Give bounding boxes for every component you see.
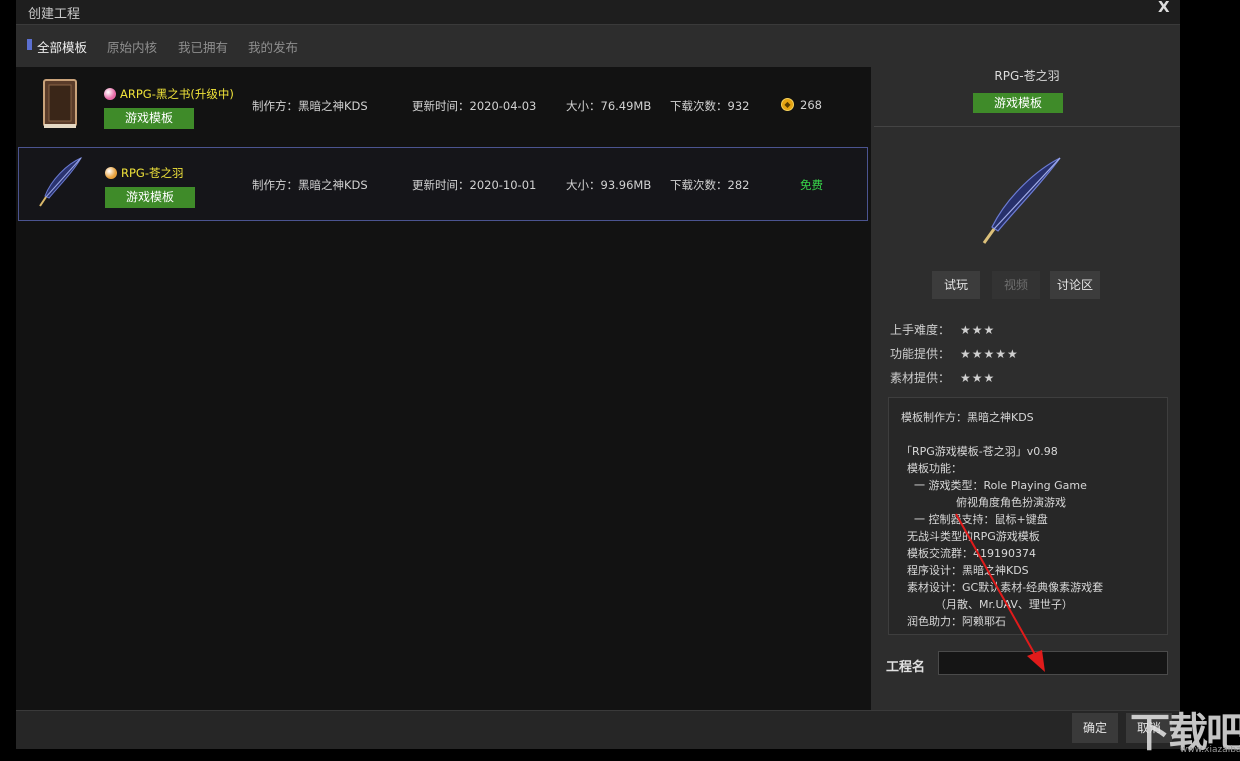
tab-all-templates[interactable]: 全部模板 [37, 37, 87, 56]
description-line: 程序设计：黑暗之神KDS [907, 564, 1029, 577]
template-detail-panel: RPG-苍之羽 游戏模板 试玩 视频 讨论区 上手难度： ★★★ 功能提供： ★★★… [874, 67, 1180, 710]
template-downloads: 下载次数：932 [670, 99, 750, 113]
template-name: RPG-苍之羽 [121, 166, 184, 180]
template-price-free: 免费 [800, 178, 823, 192]
rating-assets: 素材提供： ★★★ [890, 369, 995, 386]
rating-features: 功能提供： ★★★★★ [890, 345, 1019, 362]
template-author: 制作方：黑暗之神KDS [252, 178, 368, 192]
description-line: 模板交流群：419190374 [907, 547, 1036, 560]
watermark-url: www.xiazaiba.com [1180, 745, 1240, 755]
template-price: 268 [800, 98, 822, 112]
book-icon [43, 79, 77, 128]
coin-icon: ◆ [781, 98, 794, 111]
trial-button[interactable]: 试玩 [932, 271, 980, 299]
description-line: 模板功能： [907, 462, 962, 475]
rating-label: 素材提供： [890, 371, 951, 385]
dialog-footer: 确定 取消 [16, 710, 1180, 749]
video-button[interactable]: 视频 [992, 271, 1040, 299]
template-size: 大小：93.96MB [566, 178, 652, 192]
forum-button[interactable]: 讨论区 [1050, 271, 1100, 299]
tab-owned[interactable]: 我已拥有 [178, 37, 228, 56]
description-line: 一 游戏类型：Role Playing Game [907, 479, 1087, 492]
rating-label: 上手难度： [890, 323, 951, 337]
star-rating: ★★★★★ [960, 347, 1019, 361]
detail-type-tag: 游戏模板 [973, 93, 1063, 113]
template-name: ARPG-黑之书(升级中) [120, 87, 234, 101]
template-updated: 更新时间：2020-10-01 [412, 178, 537, 192]
template-tabs: 全部模板 原始内核 我已拥有 我的发布 [16, 25, 1180, 67]
rating-label: 功能提供： [890, 347, 951, 361]
template-description: 模板制作方：黑暗之神KDS 「RPG游戏模板-苍之羽」v0.98 模板功能： 一… [888, 397, 1168, 635]
feather-preview-image [982, 157, 1061, 244]
description-line: 一 控制器支持：鼠标+键盘 [907, 513, 1048, 526]
template-author: 制作方：黑暗之神KDS [252, 99, 368, 113]
description-line: 模板制作方：黑暗之神KDS [901, 411, 1034, 424]
description-line: 无战斗类型的RPG游戏模板 [907, 530, 1040, 543]
description-line: 润色助力：阿赖耶石 [907, 615, 1006, 628]
description-line: 「RPG游戏模板-苍之羽」v0.98 [901, 445, 1058, 458]
title-bar: 创建工程 X [16, 0, 1180, 25]
project-name-input[interactable] [938, 651, 1168, 675]
template-updated: 更新时间：2020-04-03 [412, 99, 537, 113]
template-downloads: 下载次数：282 [670, 178, 750, 192]
dialog-title: 创建工程 [28, 7, 81, 22]
template-row[interactable]: ARPG-黑之书(升级中) 游戏模板 制作方：黑暗之神KDS 更新时间：2020… [18, 68, 866, 140]
star-rating: ★★★ [960, 323, 996, 337]
close-icon[interactable]: X [1158, 0, 1170, 16]
feather-icon [39, 156, 83, 207]
description-line: 俯视角度角色扮演游戏 [907, 496, 1066, 509]
template-size: 大小：76.49MB [566, 99, 652, 113]
detail-title: RPG-苍之羽 [994, 69, 1060, 83]
tab-original-kernel[interactable]: 原始内核 [107, 37, 157, 56]
template-type-tag: 游戏模板 [105, 187, 195, 208]
star-rating: ★★★ [960, 371, 996, 385]
gem-icon [105, 167, 117, 179]
rating-ease: 上手难度： ★★★ [890, 321, 995, 338]
template-type-tag: 游戏模板 [104, 108, 194, 129]
description-line: （月散、Mr.UAV、理世子） [907, 598, 1073, 611]
description-line: 素材设计：GC默认素材-经典像素游戏套 [907, 581, 1104, 594]
project-name-label: 工程名 [886, 660, 926, 675]
ok-button[interactable]: 确定 [1072, 713, 1118, 743]
create-project-dialog: 创建工程 X 全部模板 原始内核 我已拥有 我的发布 ARPG-黑之书(升级中)… [16, 0, 1180, 749]
detail-divider [874, 126, 1180, 127]
gem-icon [104, 88, 116, 100]
template-row-selected[interactable]: RPG-苍之羽 游戏模板 制作方：黑暗之神KDS 更新时间：2020-10-01… [18, 147, 868, 221]
active-tab-marker [27, 39, 32, 50]
tab-my-published[interactable]: 我的发布 [248, 37, 298, 56]
template-list: ARPG-黑之书(升级中) 游戏模板 制作方：黑暗之神KDS 更新时间：2020… [16, 67, 871, 710]
